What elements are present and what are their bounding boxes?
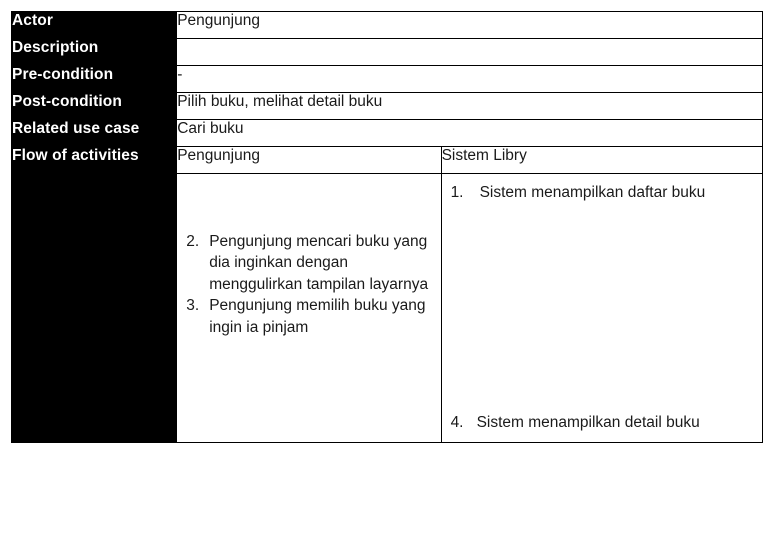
step-text: Sistem menampilkan daftar buku [479,184,706,201]
flow-system-column-header: Sistem Libry [440,146,764,174]
row-label-flow-of-activities-spacer [10,173,178,443]
row-label-pre-condition: Pre-condition [10,65,178,93]
use-case-specification-page: Actor Pengunjung Description Pre-conditi… [0,0,782,557]
table-row-pre-condition: Pre-condition - [10,65,763,93]
step-text: Sistem menampilkan detail buku [476,413,700,431]
table-row-post-condition: Post-condition Pilih buku, melihat detai… [10,92,763,120]
table-row-related-use-case: Related use case Cari buku [10,119,763,147]
step-number: 4. [450,413,464,431]
row-value-pre-condition: - [176,65,763,93]
list-item: 1. Sistem menampilkan daftar buku [451,182,756,203]
list-item: 4. Sistem menampilkan detail buku [451,412,756,433]
row-value-related-use-case: Cari buku [176,119,763,147]
step-text: Pengunjung mencari buku yang dia inginka… [209,233,429,293]
flow-actor-column-header: Pengunjung [176,146,442,174]
row-label-actor: Actor [10,11,178,39]
use-case-table: Actor Pengunjung Description Pre-conditi… [10,11,764,443]
row-label-post-condition: Post-condition [10,92,178,120]
step-number: 1. [450,184,464,201]
flow-actor-steps-list: 2. Pengunjung mencari buku yang dia ingi… [186,231,434,338]
table-row-flow-of-activities-header: Flow of activities Pengunjung Sistem Lib… [10,146,764,174]
table-row-description: Description [10,38,763,66]
row-label-description: Description [10,38,178,66]
list-item: 2. Pengunjung mencari buku yang dia ingi… [186,231,434,295]
flow-actor-steps-cell: 2. Pengunjung mencari buku yang dia ingi… [176,173,442,443]
list-item: 3. Pengunjung memilih buku yang ingin ia… [186,295,434,338]
row-label-flow-of-activities: Flow of activities [10,146,178,174]
row-value-description [176,38,763,66]
table-row-flow-of-activities-body: 2. Pengunjung mencari buku yang dia ingi… [10,173,764,443]
step-number: 2. [186,233,200,250]
flow-system-steps-list-top: 1. Sistem menampilkan daftar buku [451,182,756,203]
flow-system-steps-cell: 1. Sistem menampilkan daftar buku 4. Sis… [440,173,764,443]
row-value-actor: Pengunjung [176,11,763,39]
step-text: Pengunjung memilih buku yang ingin ia pi… [209,297,426,336]
row-label-related-use-case: Related use case [10,119,178,147]
step-number: 3. [186,297,200,315]
table-row-actor: Actor Pengunjung [10,11,763,39]
flow-system-steps-list-bottom: 4. Sistem menampilkan detail buku [451,412,756,433]
row-value-post-condition: Pilih buku, melihat detail buku [176,92,763,120]
